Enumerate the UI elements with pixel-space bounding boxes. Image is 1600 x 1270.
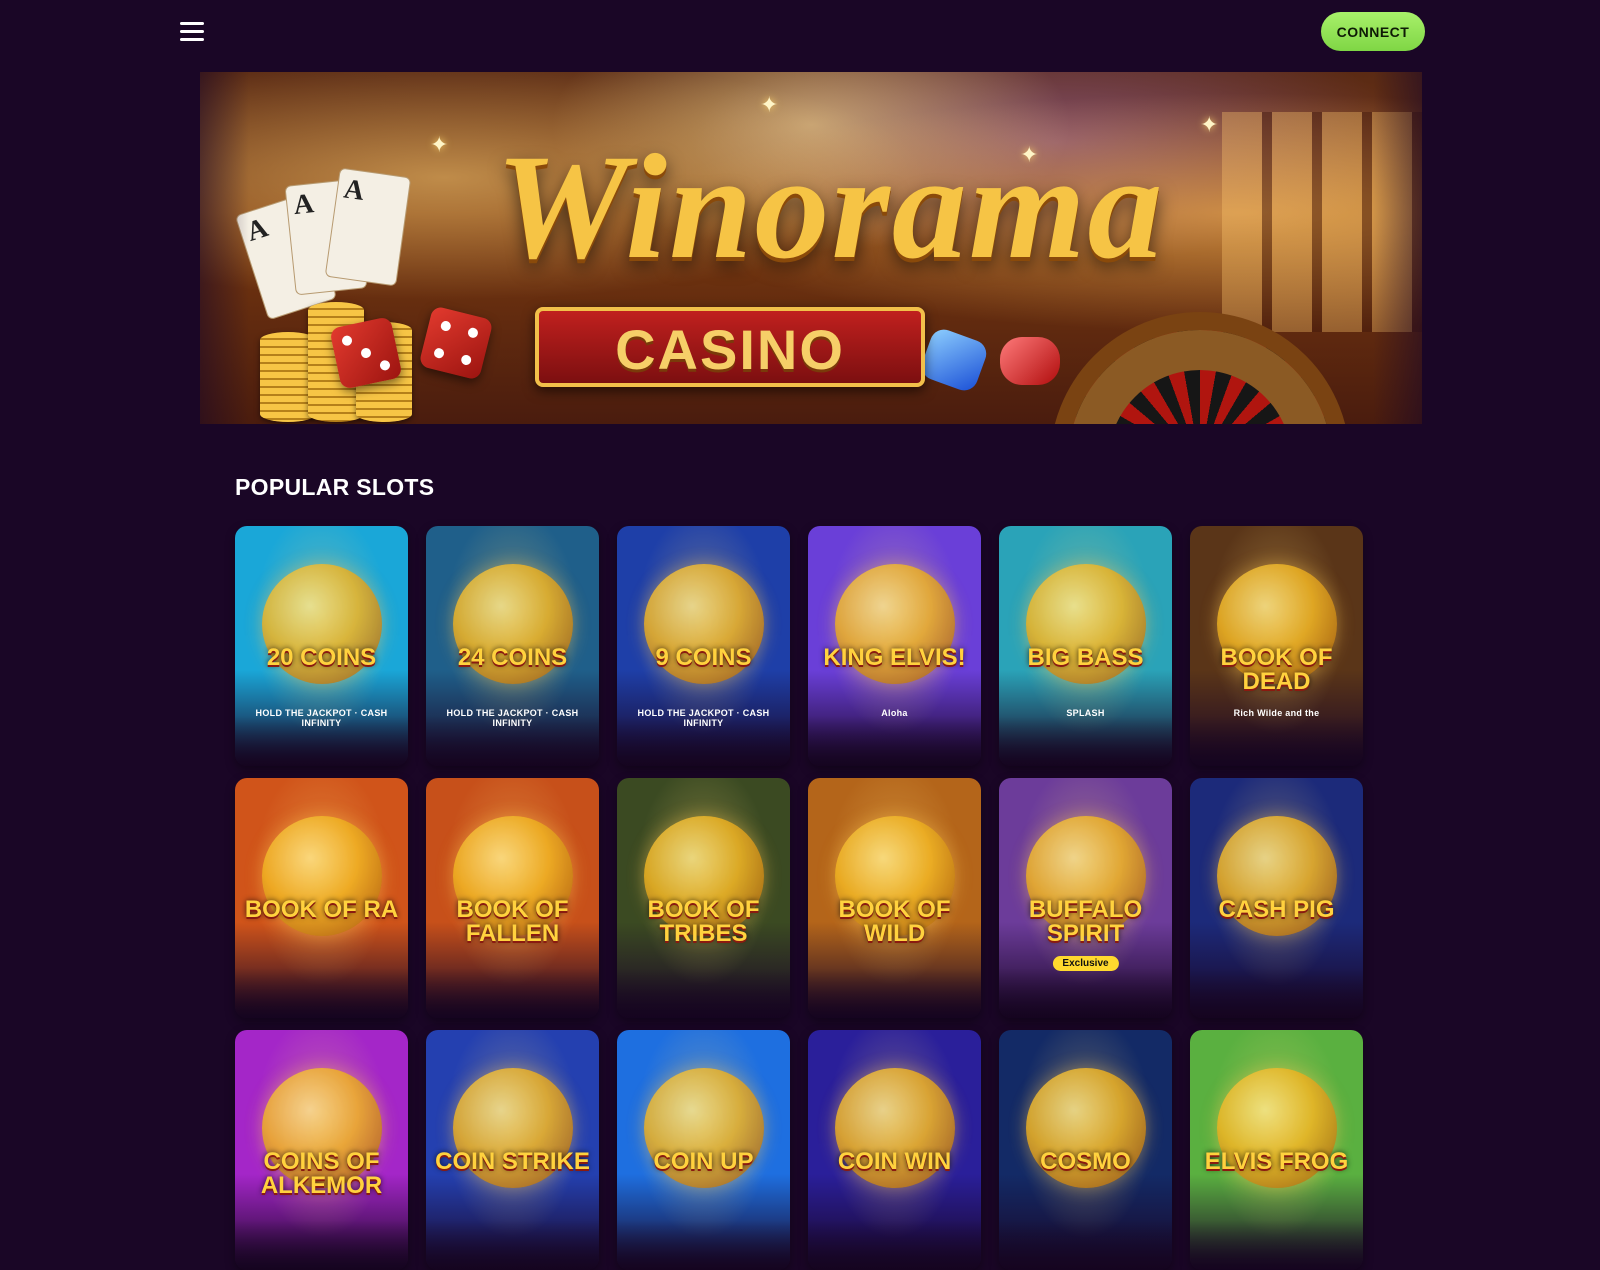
slot-tile[interactable]: Coin Win <box>808 1030 981 1270</box>
slot-title: Book of Fallen <box>456 896 569 947</box>
slot-tile[interactable]: Book of Dead Rich Wilde and the <box>1190 526 1363 766</box>
slot-tile[interactable]: Book of Fallen <box>426 778 599 1018</box>
slot-tile[interactable]: 20 Coins HOLD THE JACKPOT · CASH INFINITY <box>235 526 408 766</box>
slot-title: Book of Tribes <box>647 896 760 947</box>
slot-subtitle: Rich Wilde and the <box>1233 708 1320 718</box>
slot-title: Cash Pig <box>1218 896 1335 923</box>
slot-subtitle: HOLD THE JACKPOT · CASH INFINITY <box>637 708 770 728</box>
slot-tile[interactable]: 24 Coins HOLD THE JACKPOT · CASH INFINITY <box>426 526 599 766</box>
slot-subtitle: Aloha <box>881 708 908 718</box>
slots-grid: 20 Coins HOLD THE JACKPOT · CASH INFINITY… <box>235 526 1365 1270</box>
slot-title: Big Bass <box>1027 644 1144 671</box>
slot-title: Book of Ra <box>244 896 399 923</box>
red-gem-illustration <box>1000 337 1060 385</box>
slot-title: Cosmo <box>1040 1148 1131 1175</box>
slot-tile[interactable]: Cosmo <box>999 1030 1172 1270</box>
slot-tile[interactable]: Coins of Alkemor <box>235 1030 408 1270</box>
slot-title: 20 Coins <box>266 644 377 671</box>
slot-title: Elvis Frog <box>1204 1148 1349 1175</box>
slot-title: 9 Coins <box>655 644 752 671</box>
hamburger-menu-icon[interactable] <box>180 20 204 44</box>
slot-title: Coins of Alkemor <box>260 1148 383 1199</box>
slot-subtitle: HOLD THE JACKPOT · CASH INFINITY <box>255 708 388 728</box>
slot-title: 24 Coins <box>457 644 568 671</box>
hero-brand-title: Winorama <box>495 124 1165 290</box>
hero-brand-plaque: CASINO <box>535 307 925 387</box>
slot-title: King Elvis! <box>823 644 966 671</box>
slot-title: Book of Dead <box>1220 644 1333 695</box>
top-bar: CONNECT <box>0 0 1600 64</box>
slot-title: Buffalo Spirit <box>1028 896 1143 947</box>
exclusive-badge: Exclusive <box>1052 956 1119 971</box>
slot-subtitle: HOLD THE JACKPOT · CASH INFINITY <box>446 708 579 728</box>
slot-tile[interactable]: Cash Pig <box>1190 778 1363 1018</box>
hero-brand-subtitle: CASINO <box>615 318 845 381</box>
section-title: POPULAR SLOTS <box>235 474 435 500</box>
hero-banner[interactable]: A A A ✦ ✦ ✦ ✦ Winorama CASINO <box>200 72 1422 424</box>
blue-gem-illustration <box>917 325 991 395</box>
slot-tile[interactable]: Elvis Frog <box>1190 1030 1363 1270</box>
slot-tile[interactable]: Book of Tribes <box>617 778 790 1018</box>
connect-button[interactable]: CONNECT <box>1321 12 1425 51</box>
dice-illustration <box>329 316 403 390</box>
slot-tile[interactable]: Buffalo Spirit Exclusive <box>999 778 1172 1018</box>
slot-title: Book of Wild <box>838 896 951 947</box>
slot-tile[interactable]: Book of Wild <box>808 778 981 1018</box>
slot-tile[interactable]: 9 Coins HOLD THE JACKPOT · CASH INFINITY <box>617 526 790 766</box>
sparkle-icon: ✦ <box>760 92 779 117</box>
slot-tile[interactable]: Book of Ra <box>235 778 408 1018</box>
slot-tile[interactable]: King Elvis! Aloha <box>808 526 981 766</box>
slot-tile[interactable]: Coin Up <box>617 1030 790 1270</box>
slot-title: Coin Strike <box>435 1148 590 1175</box>
slot-title: Coin Win <box>837 1148 952 1175</box>
slot-subtitle: SPLASH <box>1066 708 1105 718</box>
slot-title: Coin Up <box>653 1148 754 1175</box>
slot-tile[interactable]: Big Bass SPLASH <box>999 526 1172 766</box>
slot-tile[interactable]: Coin Strike <box>426 1030 599 1270</box>
